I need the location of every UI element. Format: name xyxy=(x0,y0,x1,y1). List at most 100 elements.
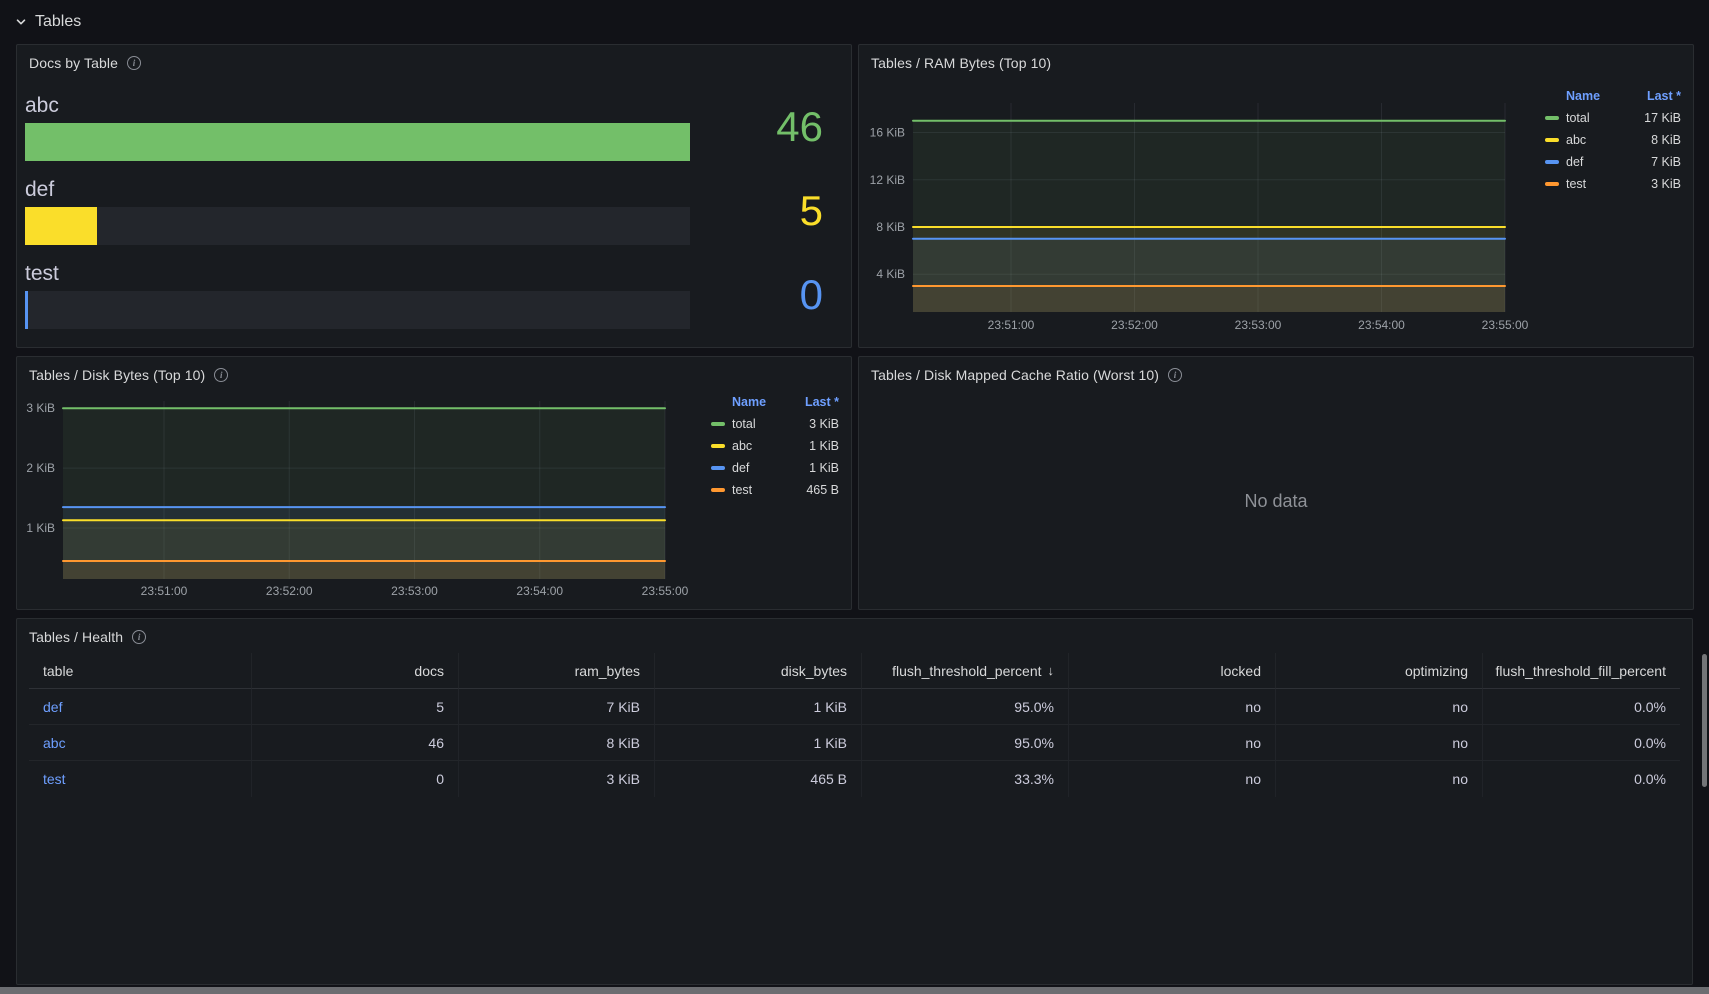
svg-text:8 KiB: 8 KiB xyxy=(876,220,905,234)
legend-last-header[interactable]: Last * xyxy=(1647,89,1681,103)
table-cell: 8 KiB xyxy=(459,725,655,761)
legend-series-name: abc xyxy=(732,439,752,453)
info-icon[interactable]: i xyxy=(132,630,146,644)
column-header-flush_threshold_percent[interactable]: flush_threshold_percent↓ xyxy=(862,653,1069,689)
panel-disk-bytes: Tables / Disk Bytes (Top 10) i 1 KiB2 Ki… xyxy=(16,356,852,610)
grafana-dashboard: Tables Docs by Table i abc46def5test0 Ta… xyxy=(0,0,1709,994)
bar-value: 5 xyxy=(800,190,823,232)
legend-series-marker xyxy=(1545,160,1559,164)
table-cell: 0.0% xyxy=(1483,761,1680,797)
column-header-flush_threshold_fill_percent[interactable]: flush_threshold_fill_percent xyxy=(1483,653,1680,689)
legend-row-abc[interactable]: abc8 KiB xyxy=(1545,129,1681,151)
column-header-docs[interactable]: docs xyxy=(252,653,459,689)
table-cell: 46 xyxy=(252,725,459,761)
table-link-abc[interactable]: abc xyxy=(43,735,66,751)
info-icon[interactable]: i xyxy=(1168,368,1182,382)
legend-series-marker xyxy=(1545,116,1559,120)
bar-track xyxy=(25,123,690,161)
svg-text:23:53:00: 23:53:00 xyxy=(1235,318,1282,332)
bar-label: def xyxy=(25,177,823,203)
vertical-scrollbar-thumb[interactable] xyxy=(1702,654,1707,787)
panel-title[interactable]: Tables / Disk Mapped Cache Ratio (Worst … xyxy=(871,367,1159,383)
table-cell: 95.0% xyxy=(862,725,1069,761)
legend-series-value: 8 KiB xyxy=(1651,133,1681,147)
disk-legend: NameLast *total3 KiBabc1 KiBdef1 KiBtest… xyxy=(711,391,839,501)
table-cell: 5 xyxy=(252,689,459,725)
legend-row-abc[interactable]: abc 1 KiB xyxy=(711,435,839,457)
legend-series-marker xyxy=(711,422,725,426)
bar-track xyxy=(25,291,690,329)
table-cell: 1 KiB xyxy=(655,689,862,725)
ram-legend: NameLast *total17 KiBabc8 KiBdef7 KiBtes… xyxy=(1545,85,1681,195)
svg-text:1 KiB: 1 KiB xyxy=(26,521,55,535)
table-cell: 95.0% xyxy=(862,689,1069,725)
legend-series-value: 3 KiB xyxy=(809,417,839,431)
table-cell: 0.0% xyxy=(1483,689,1680,725)
svg-text:4 KiB: 4 KiB xyxy=(876,267,905,281)
column-header-disk_bytes[interactable]: disk_bytes xyxy=(655,653,862,689)
bar-gauge-list: abc46 def5 test0 xyxy=(25,93,823,329)
legend-row-total[interactable]: total 3 KiB xyxy=(711,413,839,435)
info-icon[interactable]: i xyxy=(127,56,141,70)
panel-header[interactable]: Docs by Table i xyxy=(17,45,851,81)
bar-fill xyxy=(25,123,690,161)
table-cell: no xyxy=(1276,689,1483,725)
legend-row-def[interactable]: def1 KiB xyxy=(711,457,839,479)
panel-docs-by-table: Docs by Table i abc46 def5 test0 xyxy=(16,44,852,348)
bar-label: abc xyxy=(25,93,823,119)
table-cell: no xyxy=(1276,725,1483,761)
table-cell: abc xyxy=(29,725,252,761)
svg-text:23:53:00: 23:53:00 xyxy=(391,584,438,598)
legend-series-value: 7 KiB xyxy=(1651,155,1681,169)
legend-series-name: total xyxy=(732,417,756,431)
legend-series-value: 1 KiB xyxy=(809,461,839,475)
legend-series-value: 1 KiB xyxy=(809,439,839,453)
legend-series-name: test xyxy=(1566,177,1586,191)
legend-series-marker xyxy=(711,444,725,448)
row-header-tables[interactable]: Tables xyxy=(14,8,81,36)
horizontal-scrollbar[interactable] xyxy=(0,987,1709,994)
panel-header[interactable]: Tables / Disk Mapped Cache Ratio (Worst … xyxy=(859,357,1693,393)
legend-row-def[interactable]: def7 KiB xyxy=(1545,151,1681,173)
table-cell: no xyxy=(1069,761,1276,797)
table-cell: no xyxy=(1276,761,1483,797)
table-cell: no xyxy=(1069,689,1276,725)
table-cell: 465 B xyxy=(655,761,862,797)
legend-last-header[interactable]: Last * xyxy=(805,395,839,409)
bar-fill xyxy=(25,207,97,245)
sort-desc-arrow-icon: ↓ xyxy=(1048,663,1055,678)
svg-text:2 KiB: 2 KiB xyxy=(26,461,55,475)
table-cell: 33.3% xyxy=(862,761,1069,797)
bar-gauge-row: abc46 xyxy=(25,93,823,161)
legend-row-test[interactable]: test 3 KiB xyxy=(1545,173,1681,195)
legend-header: Name Last * xyxy=(711,391,839,413)
panel-title[interactable]: Tables / Health xyxy=(29,629,123,645)
bar-value: 0 xyxy=(800,274,823,316)
no-data-message: No data xyxy=(859,393,1693,609)
panel-header[interactable]: Tables / Health i xyxy=(17,619,1692,655)
bar-gauge-row: def5 xyxy=(25,177,823,245)
bar-label: test xyxy=(25,261,823,287)
legend-series-name: test xyxy=(732,483,752,497)
svg-text:23:55:00: 23:55:00 xyxy=(642,584,689,598)
panel-title[interactable]: Docs by Table xyxy=(29,55,118,71)
legend-row-total[interactable]: total17 KiB xyxy=(1545,107,1681,129)
bar-gauge-row: test0 xyxy=(25,261,823,329)
legend-row-test[interactable]: test465 B xyxy=(711,479,839,501)
column-header-optimizing[interactable]: optimizing xyxy=(1276,653,1483,689)
svg-text:23:51:00: 23:51:00 xyxy=(141,584,188,598)
table-link-test[interactable]: test xyxy=(43,771,66,787)
legend-series-marker xyxy=(711,466,725,470)
row-header-label: Tables xyxy=(35,13,81,31)
table-cell: 0 xyxy=(252,761,459,797)
column-header-ram_bytes[interactable]: ram_bytes xyxy=(459,653,655,689)
column-header-locked[interactable]: locked xyxy=(1069,653,1276,689)
svg-text:12 KiB: 12 KiB xyxy=(870,173,905,187)
legend-series-value: 3 KiB xyxy=(1651,177,1681,191)
panel-ram-bytes: Tables / RAM Bytes (Top 10) 4 KiB8 KiB12… xyxy=(858,44,1694,348)
legend-name-header[interactable]: Name xyxy=(732,395,766,409)
legend-name-header[interactable]: Name xyxy=(1566,89,1600,103)
table-link-def[interactable]: def xyxy=(43,699,62,715)
column-header-table[interactable]: table xyxy=(29,653,252,689)
legend-series-marker xyxy=(1545,138,1559,142)
